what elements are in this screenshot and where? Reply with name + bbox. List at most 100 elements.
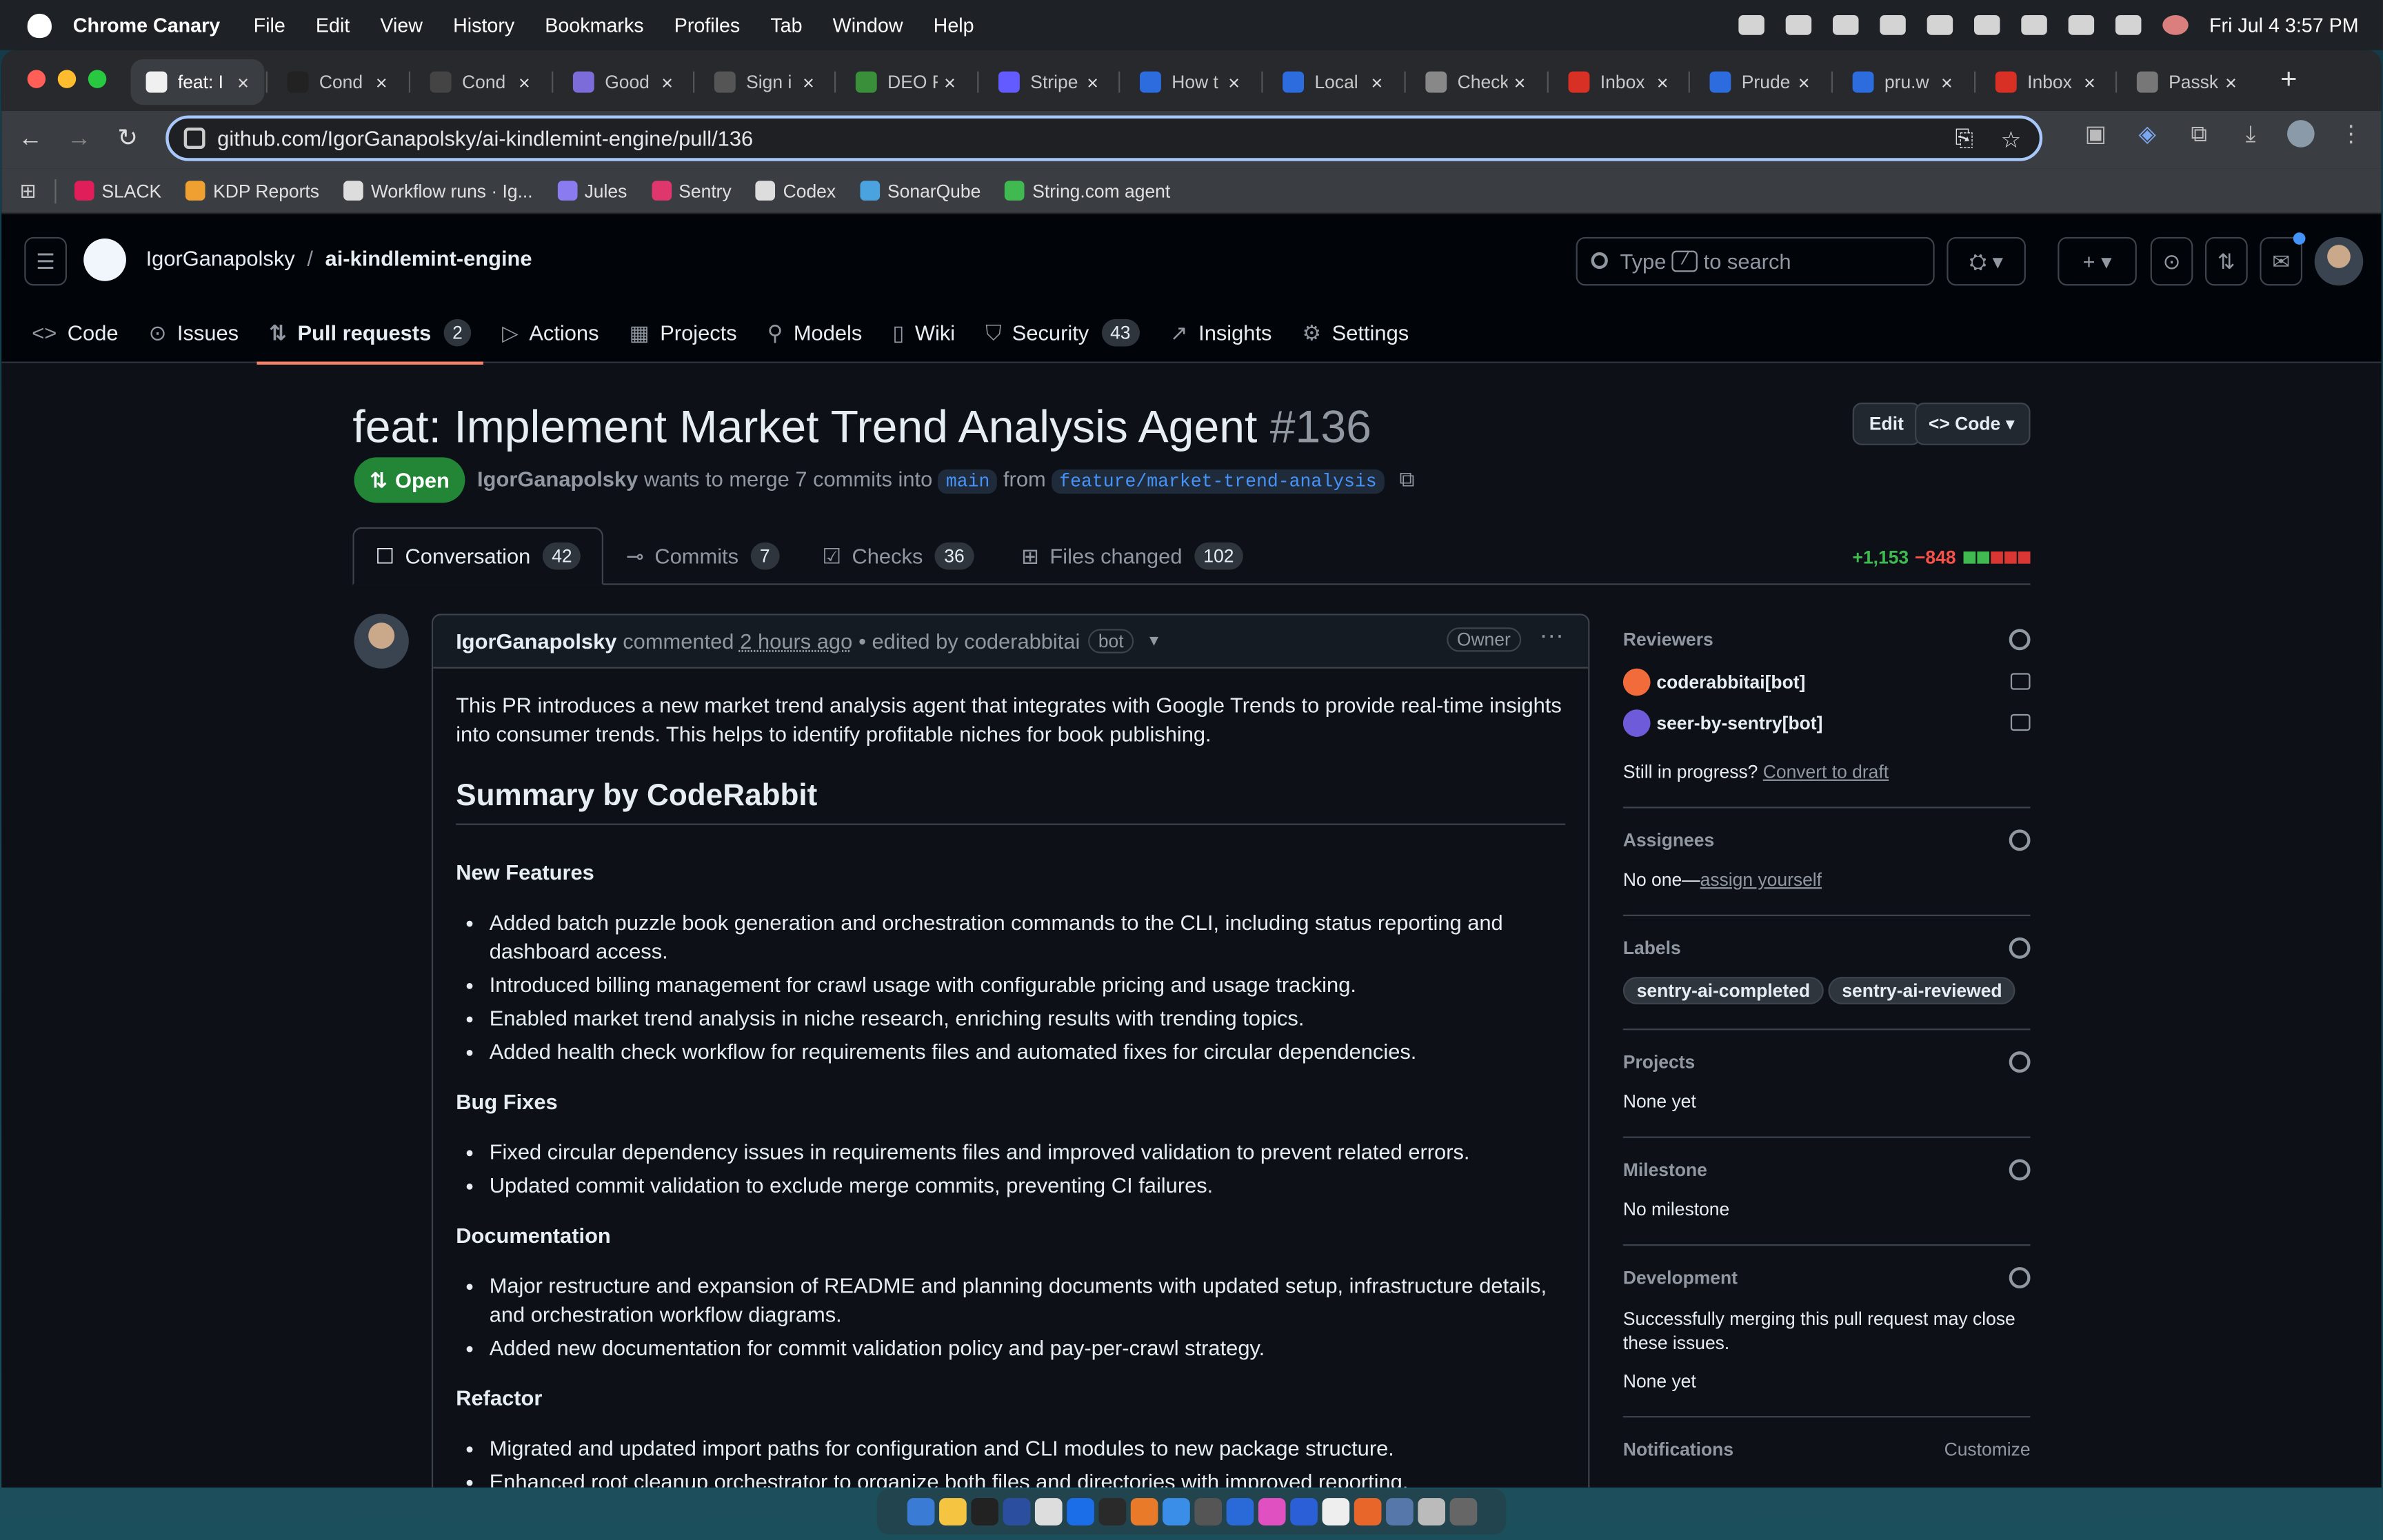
comment-icon[interactable] — [2010, 713, 2031, 731]
close-tab-icon[interactable]: × — [938, 70, 962, 93]
repo-nav-settings[interactable]: ⚙ Settings — [1303, 303, 1409, 363]
browser-tab[interactable]: Cond × — [415, 59, 546, 105]
label-badge[interactable]: sentry-ai-reviewed — [1828, 977, 2016, 1004]
close-tab-icon[interactable]: × — [796, 70, 821, 93]
extension-cube-icon[interactable]: ◈ — [2132, 120, 2162, 147]
browser-tab[interactable]: pru.w × — [1838, 59, 1969, 105]
repo-nav-insights[interactable]: ↗ Insights — [1170, 303, 1272, 363]
comment-timestamp[interactable]: 2 hours ago — [740, 629, 852, 653]
user-avatar[interactable] — [2314, 236, 2364, 286]
comment-author-avatar[interactable] — [354, 614, 409, 669]
dock-app-icon[interactable] — [1161, 1498, 1189, 1526]
edit-history-chevron-icon[interactable]: ▼ — [1147, 633, 1162, 649]
base-branch[interactable]: main — [938, 469, 998, 494]
bookmark-item[interactable]: Sentry — [651, 180, 732, 201]
bookmark-star-icon[interactable]: ☆ — [2001, 126, 2022, 153]
close-window-button[interactable] — [27, 70, 46, 88]
downloads-icon[interactable]: ⤓ — [2235, 121, 2266, 146]
issues-icon[interactable]: ⊙ — [2150, 236, 2193, 286]
comment-edited-by[interactable]: • edited by coderabbitai — [858, 629, 1080, 653]
close-tab-icon[interactable]: × — [1935, 70, 1959, 93]
dock-app-icon[interactable] — [1034, 1498, 1062, 1526]
edit-title-button[interactable]: Edit — [1852, 403, 1921, 445]
menu-bookmarks[interactable]: Bookmarks — [545, 14, 643, 37]
dock-app-icon[interactable] — [938, 1498, 966, 1526]
dock-app-icon[interactable] — [1321, 1498, 1349, 1526]
browser-tab[interactable]: Local × — [1267, 59, 1398, 105]
menubar-clock[interactable]: Fri Jul 4 3:57 PM — [2209, 14, 2359, 37]
tab-commits[interactable]: ⊸ Commits 7 — [626, 527, 779, 585]
reload-button[interactable]: ↻ — [108, 120, 147, 159]
tab-checks[interactable]: ☑ Checks 36 — [822, 527, 974, 585]
tab-files-changed[interactable]: ⊞ Files changed 102 — [1021, 527, 1243, 585]
display-icon[interactable] — [1879, 15, 1906, 35]
create-new-button[interactable]: + ▾ — [2058, 236, 2137, 286]
github-logo-icon[interactable] — [83, 239, 126, 281]
dock-app-icon[interactable] — [1449, 1498, 1477, 1526]
browser-tab[interactable]: Inbox × — [1980, 59, 2111, 105]
dropbox-icon[interactable] — [1738, 15, 1764, 35]
copilot-button[interactable]: ⛭ ▾ — [1947, 236, 2026, 286]
menu-file[interactable]: File — [254, 14, 285, 37]
menu-edit[interactable]: Edit — [316, 14, 350, 37]
browser-tab[interactable]: Check × — [1410, 59, 1541, 105]
projects-gear-icon[interactable] — [2009, 1051, 2031, 1073]
inbox-icon[interactable]: ✉ — [2260, 236, 2303, 286]
dock-app-icon[interactable] — [1129, 1498, 1158, 1526]
repo-nav-code[interactable]: <> Code — [32, 303, 118, 363]
siri-icon[interactable] — [2162, 15, 2189, 35]
browser-tab[interactable]: DEO F× — [841, 59, 972, 105]
zoom-window-button[interactable] — [88, 70, 107, 88]
close-tab-icon[interactable]: × — [1222, 70, 1246, 93]
menu-tab[interactable]: Tab — [770, 14, 802, 37]
assignees-gear-icon[interactable] — [2009, 829, 2031, 851]
close-tab-icon[interactable]: × — [370, 70, 394, 93]
repo-nav-projects[interactable]: ▦ Projects — [630, 303, 737, 363]
reviewer-item[interactable]: coderabbitai[bot] — [1622, 668, 2031, 696]
apps-grid-icon[interactable]: ⊞ — [20, 179, 37, 203]
bookmark-item[interactable]: KDP Reports — [185, 180, 319, 201]
labels-gear-icon[interactable] — [2009, 937, 2031, 959]
repo-name-link[interactable]: ai-kindlemint-engine — [325, 246, 532, 270]
bookmark-item[interactable]: SLACK — [74, 180, 161, 201]
customize-notifications-link[interactable]: Customize — [1944, 1439, 2031, 1460]
menu-window[interactable]: Window — [833, 14, 903, 37]
new-tab-button[interactable]: + — [2269, 62, 2309, 101]
close-tab-icon[interactable]: × — [2078, 70, 2102, 93]
close-tab-icon[interactable]: × — [1507, 70, 1531, 93]
extension-status-icon[interactable] — [1785, 15, 1811, 35]
forward-button[interactable]: → — [59, 120, 99, 159]
install-app-icon[interactable]: ⎘ — [1955, 126, 1973, 154]
bookmark-item[interactable]: SonarQube — [860, 180, 981, 201]
hamburger-menu-button[interactable]: ☰ — [24, 236, 67, 286]
close-tab-icon[interactable]: × — [1365, 70, 1389, 93]
browser-tab[interactable]: feat: I × — [130, 59, 265, 105]
reviewers-gear-icon[interactable] — [2009, 629, 2031, 651]
pr-author-link[interactable]: IgorGanapolsky — [477, 467, 638, 491]
close-tab-icon[interactable]: × — [1651, 70, 1675, 93]
browser-tab[interactable]: Cond × — [272, 59, 403, 105]
profile-avatar-icon[interactable] — [2287, 120, 2315, 148]
stats-icon[interactable] — [1832, 15, 1858, 35]
bookmark-item[interactable]: String.com agent — [1005, 180, 1170, 201]
menu-history[interactable]: History — [453, 14, 514, 37]
control-center-icon[interactable] — [2115, 15, 2141, 35]
dock-app-icon[interactable] — [1194, 1498, 1221, 1526]
repo-nav-pull-requests[interactable]: ⇅ Pull requests 2 — [257, 303, 485, 365]
tab-conversation[interactable]: ☐ Conversation 42 — [352, 527, 604, 585]
close-tab-icon[interactable]: × — [512, 70, 536, 93]
repo-nav-issues[interactable]: ⊙ Issues — [149, 303, 239, 363]
dock-app-icon[interactable] — [1002, 1498, 1030, 1526]
cloud-icon[interactable] — [1927, 15, 1953, 35]
dock-app-icon[interactable] — [1257, 1498, 1285, 1526]
development-gear-icon[interactable] — [2009, 1267, 2031, 1288]
browser-tab[interactable]: Passk × — [2122, 59, 2253, 105]
wifi-icon[interactable] — [2020, 15, 2047, 35]
label-badge[interactable]: sentry-ai-completed — [1622, 977, 1824, 1004]
browser-tab[interactable]: Inbox × — [1553, 59, 1684, 105]
close-tab-icon[interactable]: × — [1080, 70, 1105, 93]
repo-nav-models[interactable]: ⚲ Models — [767, 303, 863, 363]
close-tab-icon[interactable]: × — [2219, 70, 2243, 93]
dock-app-icon[interactable] — [1225, 1498, 1254, 1526]
dock-app-icon[interactable] — [970, 1498, 998, 1526]
